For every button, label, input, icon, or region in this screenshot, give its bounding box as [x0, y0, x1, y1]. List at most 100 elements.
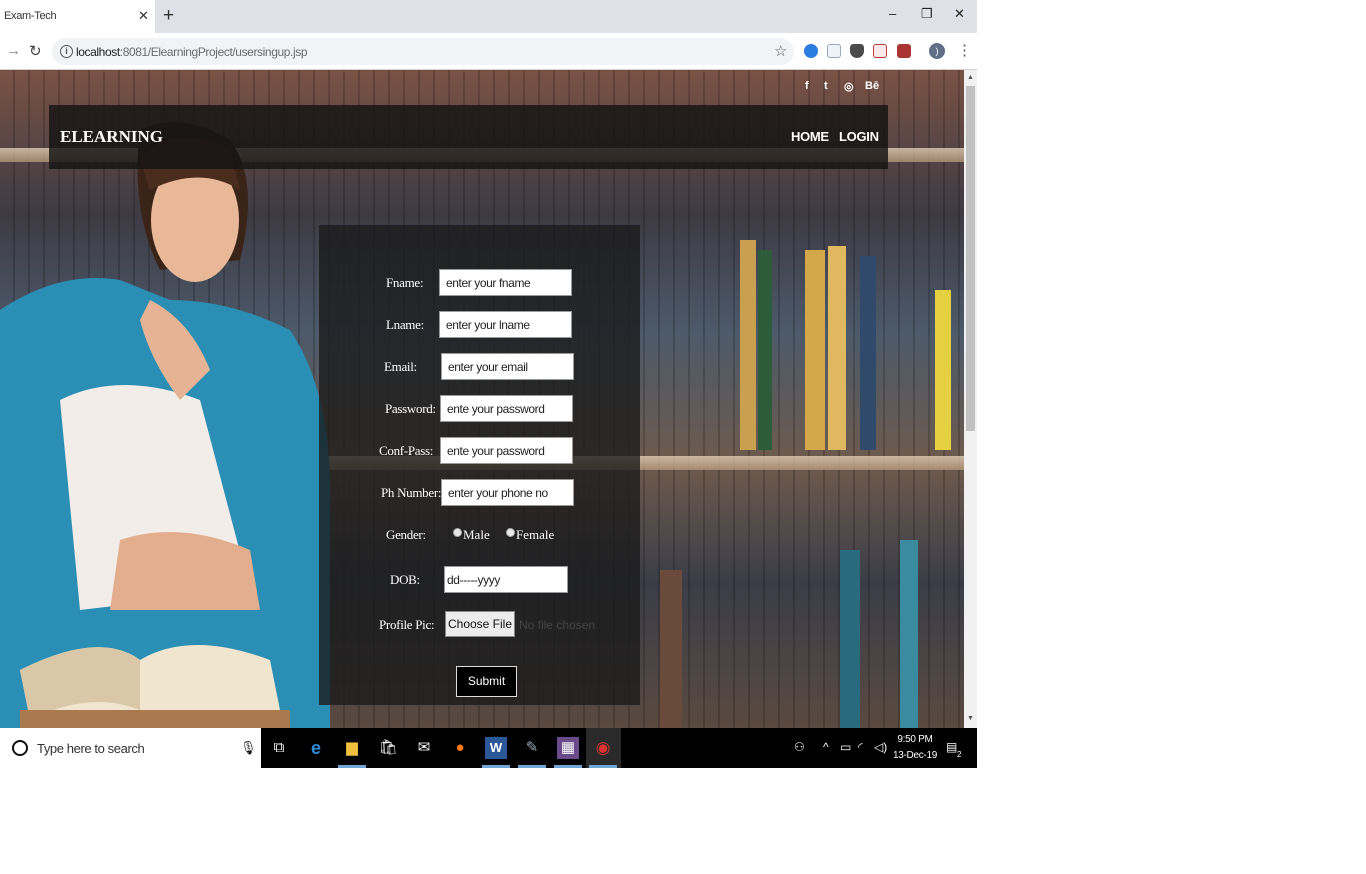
extension-acrobat-icon[interactable]: [897, 44, 911, 58]
gender-female-label: Female: [516, 527, 555, 542]
tab-close-icon[interactable]: ✕: [138, 8, 149, 24]
file-status-text: No file chosen: [519, 618, 596, 632]
gender-female-radio[interactable]: [506, 528, 515, 537]
dob-label: DOB:: [390, 572, 420, 587]
reload-icon[interactable]: ↻: [29, 42, 42, 60]
scroll-down-arrow-icon[interactable]: ▼: [967, 715, 974, 722]
app-active-indicator: [482, 765, 510, 768]
minimize-button[interactable]: –: [889, 6, 896, 21]
scroll-thumb[interactable]: [966, 86, 975, 431]
volume-icon[interactable]: ◁): [874, 740, 887, 754]
lname-input[interactable]: [439, 311, 572, 338]
tab-title: Exam-Tech: [4, 10, 57, 22]
password-label: Password:: [385, 401, 436, 416]
choose-file-button[interactable]: Choose File: [445, 611, 515, 637]
browser-tab[interactable]: Exam-Tech ✕: [0, 0, 155, 33]
facebook-icon[interactable]: f: [805, 80, 809, 92]
scroll-up-arrow-icon[interactable]: ▲: [967, 74, 974, 81]
app-active-indicator: [338, 765, 366, 768]
tab-strip: Exam-Tech ✕ + – ❐ ✕: [0, 0, 977, 33]
restore-button[interactable]: ❐: [921, 6, 933, 22]
book: [758, 250, 772, 450]
site-navbar: ELEARNING HOME LOGIN: [49, 105, 888, 169]
file-explorer-icon[interactable]: ▆: [341, 737, 363, 759]
mail-icon[interactable]: ✉: [413, 737, 435, 759]
chrome-icon[interactable]: ◉: [592, 737, 614, 759]
menu-kebab-icon[interactable]: ⋮: [957, 41, 972, 59]
email-label: Email:: [384, 359, 417, 374]
clock-date: 13-Dec-19: [893, 750, 937, 761]
password-input[interactable]: [440, 395, 573, 422]
bookmark-star-icon[interactable]: ☆: [774, 42, 787, 60]
extension-pdf-icon[interactable]: [873, 44, 887, 58]
nav-login-link[interactable]: LOGIN: [839, 129, 879, 144]
app-active-indicator: [518, 765, 546, 768]
new-tab-button[interactable]: +: [163, 5, 174, 27]
wifi-icon[interactable]: ◜: [858, 740, 863, 754]
word-icon[interactable]: W: [485, 737, 507, 759]
profile-avatar-icon[interactable]: ): [929, 43, 945, 59]
chrome-taskbar-slot[interactable]: ◉: [586, 728, 621, 768]
url-text: localhost:8081/ElearningProject/usersing…: [76, 45, 307, 59]
twitter-icon[interactable]: t: [824, 80, 828, 92]
page-scrollbar[interactable]: ▲ ▼: [964, 70, 977, 728]
firefox-icon[interactable]: ●: [449, 737, 471, 759]
gender-male-label: Male: [463, 527, 490, 542]
tray-chevron-icon[interactable]: ^: [823, 740, 829, 754]
book: [828, 246, 846, 450]
page-background: f t ◎ Bē ELEARNING HOME LOGIN Fname: Lna…: [0, 70, 964, 728]
lname-label: Lname:: [386, 317, 424, 332]
store-icon[interactable]: 🛍: [377, 737, 399, 759]
confirm-password-input[interactable]: [440, 437, 573, 464]
book: [805, 250, 825, 450]
address-bar[interactable]: i localhost:8081/ElearningProject/usersi…: [52, 38, 794, 65]
dribbble-icon[interactable]: ◎: [844, 80, 854, 93]
taskbar-search-placeholder: Type here to search: [37, 741, 145, 756]
browser-toolbar: → ↻ i localhost:8081/ElearningProject/us…: [0, 33, 977, 70]
notifications-icon[interactable]: ▤: [946, 740, 957, 754]
extension-q-icon[interactable]: [804, 44, 818, 58]
microphone-icon[interactable]: 🎙: [240, 740, 257, 756]
task-view-icon[interactable]: ⧉: [268, 737, 290, 759]
extension-doc-icon[interactable]: [827, 44, 841, 58]
notification-count: 2: [957, 750, 962, 759]
taskbar-clock[interactable]: 9:50 PM 13-Dec-19: [893, 732, 937, 764]
app-active-indicator: [554, 765, 582, 768]
windows-taskbar: Type here to search 🎙 ⧉ e ▆ 🛍 ✉ ● W ✎ ▦ …: [0, 728, 977, 768]
nav-home-link[interactable]: HOME: [791, 129, 829, 144]
book: [860, 256, 876, 450]
book: [900, 540, 918, 728]
signup-form: Fname: Lname: Email: Password: Conf-Pass…: [319, 225, 640, 705]
people-icon[interactable]: ⚇: [794, 740, 805, 754]
gender-male-radio[interactable]: [453, 528, 462, 537]
confpass-label: Conf-Pass:: [379, 443, 434, 458]
forward-arrow-icon[interactable]: →: [6, 42, 21, 59]
fname-label: Fname:: [386, 275, 424, 290]
close-window-button[interactable]: ✕: [954, 6, 965, 22]
taskbar-search[interactable]: Type here to search 🎙: [0, 728, 261, 768]
book: [740, 240, 756, 450]
url-host: localhost: [76, 45, 120, 59]
info-icon[interactable]: i: [60, 45, 73, 58]
app-icon[interactable]: ▦: [557, 737, 579, 759]
screen: Exam-Tech ✕ + – ❐ ✕ → ↻ i localhost:8081…: [0, 0, 977, 768]
behance-icon[interactable]: Bē: [865, 80, 879, 92]
clock-time: 9:50 PM: [897, 734, 933, 745]
fname-input[interactable]: [439, 269, 572, 296]
dob-date-input[interactable]: [444, 566, 568, 593]
paint-icon[interactable]: ✎: [521, 737, 543, 759]
battery-icon[interactable]: ▭: [840, 740, 851, 754]
email-input[interactable]: [441, 353, 574, 380]
site-brand[interactable]: ELEARNING: [60, 127, 163, 147]
submit-button[interactable]: Submit: [456, 666, 517, 697]
book: [840, 550, 860, 728]
book: [935, 290, 951, 450]
gender-label: Gender:: [386, 527, 426, 542]
phone-input[interactable]: [441, 479, 574, 506]
phone-label: Ph Number:: [381, 485, 442, 500]
cortana-icon[interactable]: [12, 740, 28, 756]
book: [660, 570, 682, 728]
edge-icon[interactable]: e: [305, 737, 327, 759]
app-active-indicator: [589, 765, 617, 768]
extension-shield-icon[interactable]: [850, 44, 864, 58]
